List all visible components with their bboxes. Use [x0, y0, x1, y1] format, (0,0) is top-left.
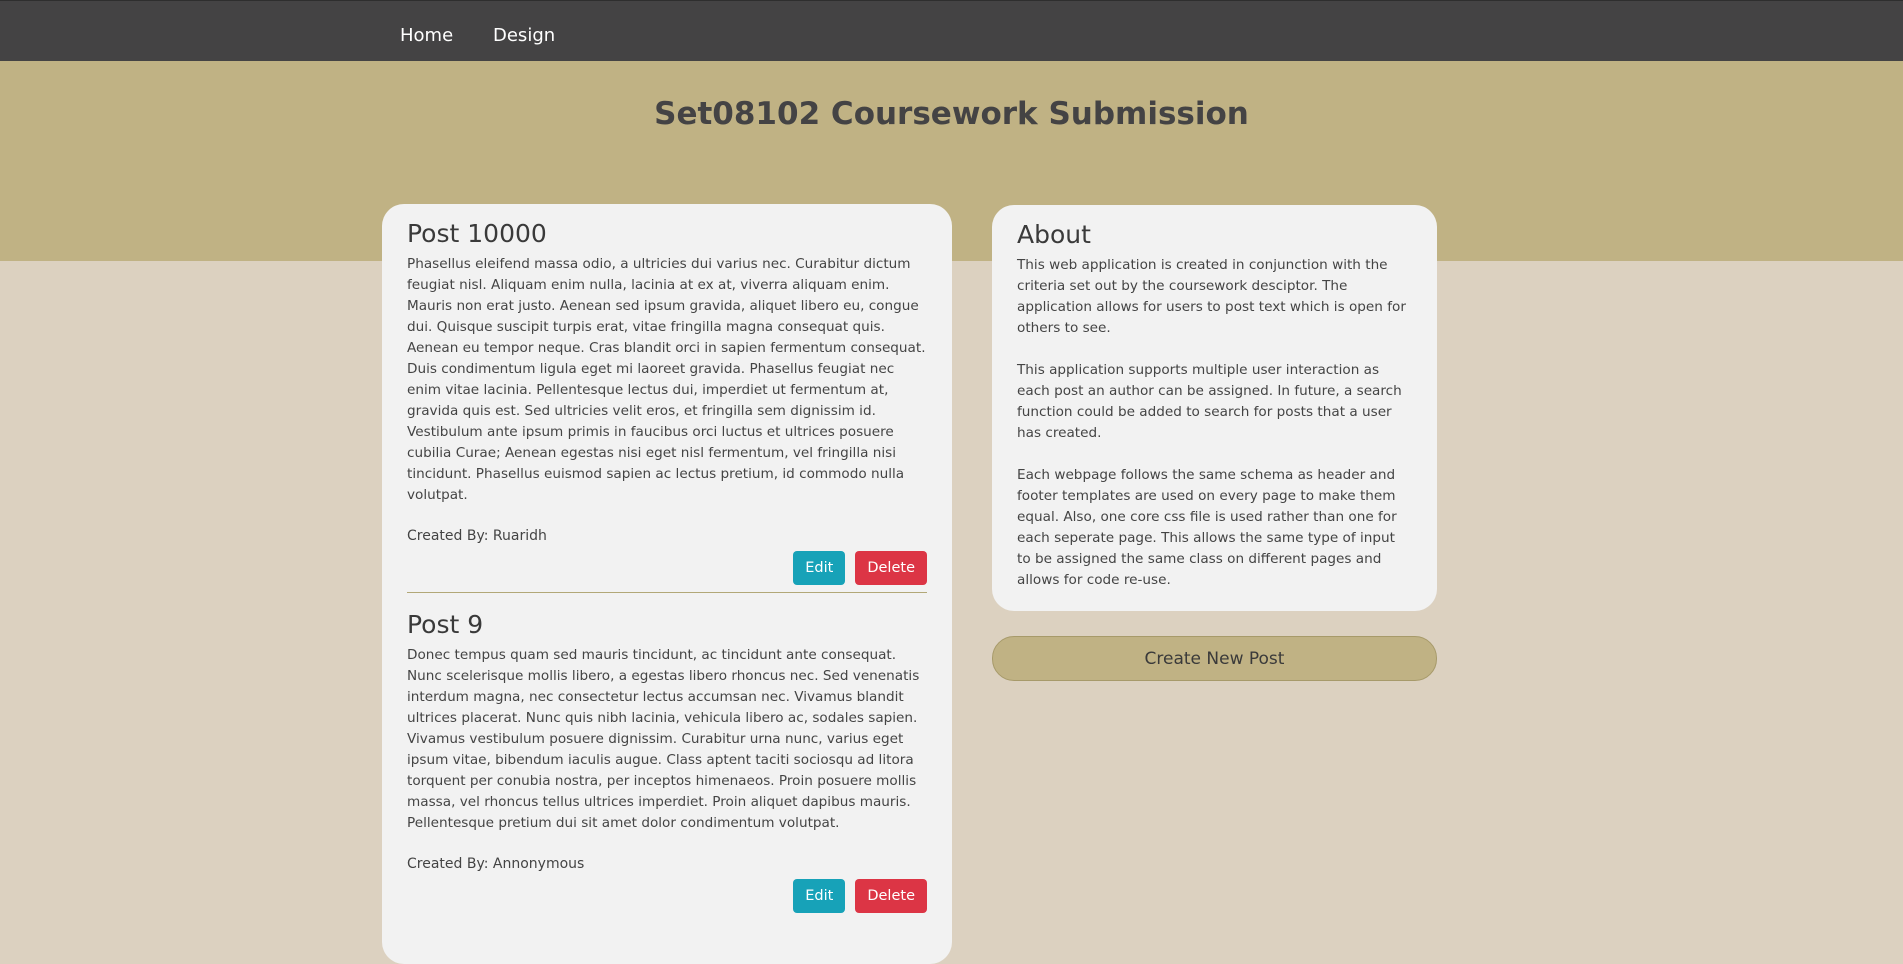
post-title: Post 9 [407, 610, 484, 639]
post-item: Post 10000 Phasellus eleifend massa odio… [407, 218, 927, 585]
delete-post-button[interactable]: Delete [855, 551, 927, 585]
top-navbar: Home Design [0, 0, 1903, 61]
post-author: Created By: Ruaridh [407, 528, 547, 544]
posts-panel: Post 10000 Phasellus eleifend massa odio… [382, 204, 952, 964]
edit-post-button[interactable]: Edit [793, 551, 846, 585]
nav-home-link[interactable]: Home [400, 25, 453, 46]
page-title: Set08102 Coursework Submission [654, 96, 1249, 132]
about-paragraph: This application supports multiple user … [1017, 362, 1402, 441]
about-paragraph: This web application is created in conju… [1017, 257, 1406, 336]
post-divider [407, 592, 927, 593]
post-body: Phasellus eleifend massa odio, a ultrici… [407, 256, 926, 503]
about-panel: About This web application is created in… [992, 205, 1437, 611]
post-body: Donec tempus quam sed mauris tincidunt, … [407, 647, 920, 831]
post-item: Post 9 Donec tempus quam sed mauris tinc… [407, 609, 927, 913]
create-new-post-button[interactable]: Create New Post [992, 636, 1437, 681]
delete-post-button[interactable]: Delete [855, 879, 927, 913]
about-paragraph: Each webpage follows the same schema as … [1017, 467, 1397, 588]
post-actions: Edit Delete [407, 879, 927, 913]
post-author: Created By: Annonymous [407, 856, 585, 872]
post-title: Post 10000 [407, 219, 547, 248]
post-actions: Edit Delete [407, 551, 927, 585]
edit-post-button[interactable]: Edit [793, 879, 846, 913]
nav-design-link[interactable]: Design [493, 25, 555, 46]
about-title: About [1017, 220, 1091, 249]
